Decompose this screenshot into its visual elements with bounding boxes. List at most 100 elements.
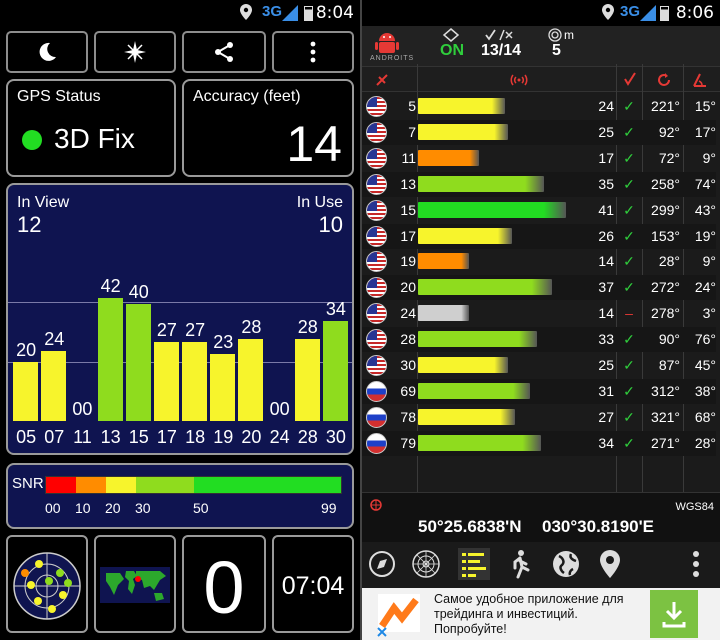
snr-value-label: 00 — [269, 399, 290, 419]
satellite-snr-chart[interactable]: In View 12 In Use 10 20 24 00 42 40 27 27 23 28 0… — [6, 183, 354, 455]
radar-tab[interactable] — [410, 548, 442, 580]
satellite-row[interactable]: 13 35 ✓ 258° 74° — [362, 171, 716, 197]
compass-button[interactable] — [94, 31, 176, 73]
gps-status-card[interactable]: GPS Status 3D Fix — [6, 79, 176, 177]
datum: WGS84 — [675, 501, 714, 513]
satellite-row[interactable]: 15 41 ✓ 299° 43° — [362, 198, 716, 223]
satellite-row[interactable]: 17 26 ✓ 153° 19° — [362, 223, 716, 249]
used-indicator: ✓ — [623, 98, 635, 114]
satellite-row[interactable]: 5 24 ✓ 221° 15° — [362, 94, 716, 119]
star-icon — [124, 41, 146, 63]
satellite-row[interactable]: 24 14– 278° 3° — [362, 301, 716, 326]
snr-value-label: 23 — [213, 331, 234, 352]
signal-icon — [282, 5, 298, 21]
satellite-row[interactable]: 19 14 ✓ 28° 9° — [362, 249, 716, 274]
snr-bar — [97, 297, 123, 421]
prn: 7 — [408, 123, 416, 140]
azimuth: 72° — [658, 149, 680, 166]
share-button[interactable] — [182, 31, 266, 73]
snr-value: 26 — [598, 227, 614, 244]
satellite-list-screen: 3G 8:06 ANDROITS ON 13/14 m 5 5 24 ✓ 221° 15… — [362, 0, 720, 640]
compass-tab[interactable] — [366, 548, 398, 580]
prn: 20 — [400, 279, 416, 296]
globe-icon — [370, 499, 382, 511]
android-robot-icon[interactable] — [374, 29, 400, 55]
snr-value: 17 — [598, 149, 614, 166]
satellite-row[interactable]: 7 25 ✓ 92° 17° — [362, 119, 716, 145]
snr-value: 24 — [598, 98, 614, 114]
signal-tab[interactable] — [458, 548, 490, 580]
snr-value-label: 34 — [325, 299, 346, 320]
prn: 69 — [400, 382, 416, 399]
used-indicator: ✓ — [623, 175, 635, 192]
menu-button[interactable] — [272, 31, 354, 73]
snr-value: 34 — [598, 434, 614, 451]
prn: 78 — [400, 408, 416, 425]
snr-ticks: 00 10 20 30 50 99 — [45, 500, 342, 518]
snr-scale-segment — [194, 477, 341, 493]
satellite-table[interactable]: 5 24 ✓ 221° 15° 7 25 ✓ 92° 17° 11 17 ✓ 72° 9° 13 35 ✓ 258°… — [362, 94, 720, 464]
header-bar: ANDROITS ON 13/14 m 5 — [362, 26, 720, 66]
time-tile[interactable]: 07:04 — [272, 535, 354, 633]
ad-line-1: Самое удобное приложение для — [434, 592, 624, 606]
satellite-row[interactable]: 79 34 ✓ 271° 28° — [362, 430, 716, 456]
satellite-row[interactable]: 11 17 ✓ 72° 9° — [362, 146, 716, 171]
world-map-icon — [100, 567, 170, 603]
snr-bar — [125, 303, 151, 421]
latitude: 50°25.6838'N — [418, 517, 522, 536]
menu-button[interactable] — [680, 548, 712, 580]
clock: 8:04 — [315, 3, 354, 23]
network-type: 3G — [262, 3, 283, 20]
snr-scale-segment — [76, 477, 106, 493]
download-button[interactable] — [650, 590, 698, 638]
satellite-row[interactable]: 28 33 ✓ 90° 76° — [362, 327, 716, 353]
signal-strength-bar — [418, 408, 516, 425]
snr-value-label: 00 — [72, 399, 93, 419]
satellite-row[interactable]: 30 25 ✓ 87° 45° — [362, 353, 716, 378]
in-use-label: In Use — [296, 194, 343, 211]
prn-label: 19 — [213, 427, 234, 447]
accuracy-card[interactable]: Accuracy (feet) 14 — [182, 79, 354, 177]
globe-tab[interactable] — [550, 548, 582, 580]
map-button[interactable] — [94, 535, 176, 633]
signal-strength-bar — [418, 331, 538, 348]
used-indicator: – — [625, 305, 633, 322]
used-indicator: ✓ — [623, 331, 635, 348]
snr-value-label: 28 — [241, 316, 262, 337]
snr-value-label: 42 — [100, 275, 121, 296]
used-indicator: ✓ — [623, 201, 635, 218]
ad-line-3: Попробуйте! — [434, 622, 507, 636]
signal-strength-bar — [418, 201, 566, 218]
azimuth: 92° — [658, 123, 680, 140]
snr-value-label: 27 — [156, 319, 177, 340]
close-icon[interactable] — [376, 626, 388, 638]
satellite-icon — [442, 28, 460, 42]
share-icon — [215, 42, 233, 62]
snr-value-label: 28 — [297, 316, 318, 337]
night-mode-button[interactable] — [6, 31, 88, 73]
us-flag-icon — [366, 173, 387, 195]
elevation-icon — [693, 73, 706, 87]
gps-state: ON — [440, 42, 464, 59]
check-icon — [624, 72, 636, 86]
speed-tile[interactable]: 0 — [182, 535, 266, 633]
prn: 13 — [400, 175, 416, 192]
us-flag-icon — [366, 277, 387, 299]
satellite-row[interactable]: 69 31 ✓ 312° 38° — [362, 378, 716, 404]
in-view-count: 12 — [17, 212, 42, 237]
walker-tab[interactable] — [504, 548, 536, 580]
azimuth: 90° — [658, 331, 680, 348]
russia-flag-icon — [366, 406, 387, 428]
elevation: 17° — [694, 123, 716, 140]
ad-banner[interactable]: Самое удобное приложение для трейдинга и… — [362, 588, 720, 640]
snr-bar — [294, 338, 320, 421]
satellite-row[interactable]: 78 27 ✓ 321° 68° — [362, 405, 716, 430]
signal-strength-bar — [418, 253, 469, 270]
snr-bar — [153, 341, 179, 421]
accuracy-title: Accuracy (feet) — [193, 88, 301, 105]
signal-strength-bar — [418, 149, 480, 166]
snr-value: 31 — [598, 382, 614, 399]
sky-view-button[interactable] — [6, 535, 88, 633]
location-tab[interactable] — [594, 548, 626, 580]
satellite-row[interactable]: 20 37 ✓ 272° 24° — [362, 275, 716, 301]
